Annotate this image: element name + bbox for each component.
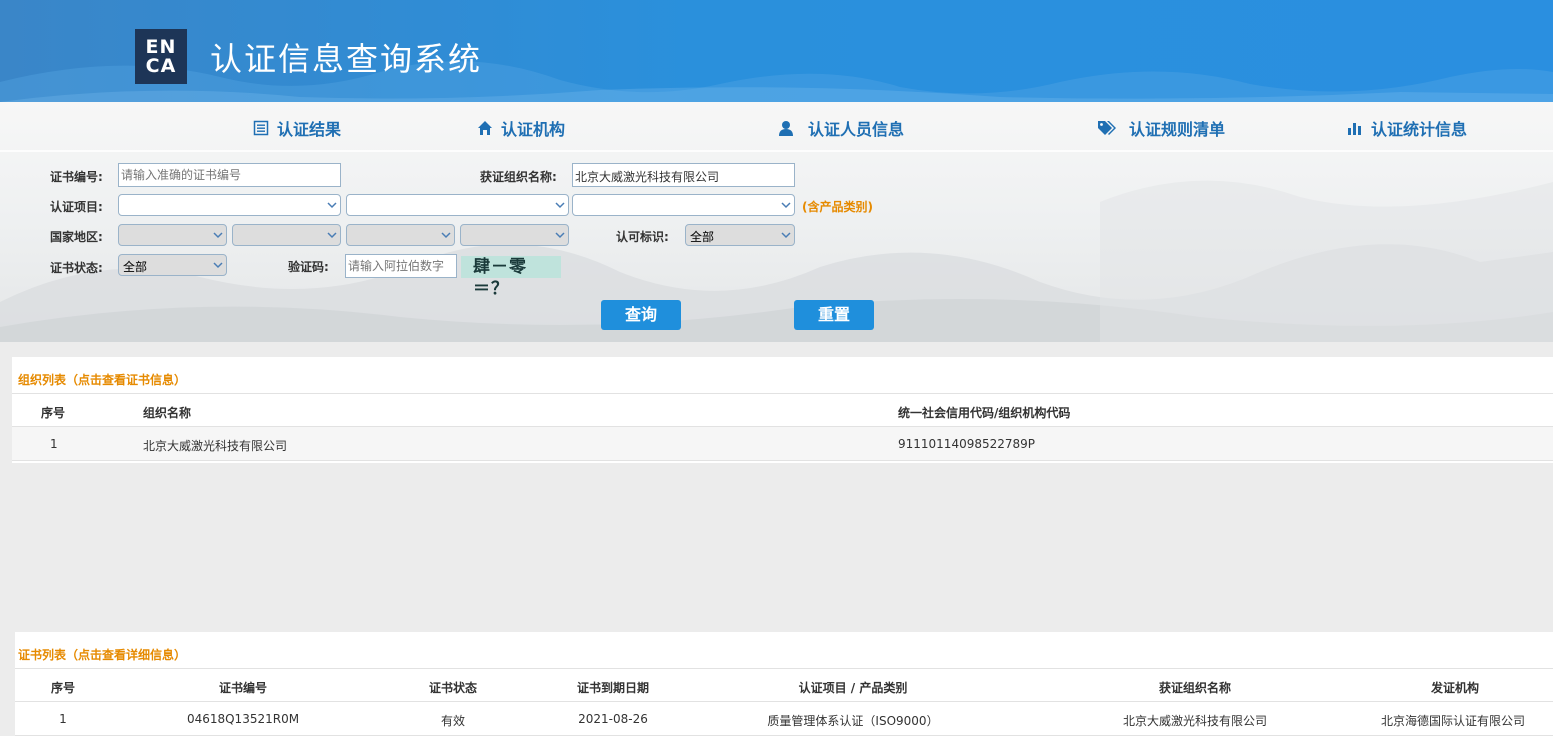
captcha-label: 验证码:	[288, 260, 329, 274]
col-header-cert-no: 证书编号	[218, 681, 267, 695]
nav-label: 认证人员信息	[808, 120, 905, 139]
col-header-org-name: 组织名称	[143, 406, 192, 420]
col-header-credit-code: 统一社会信用代码/组织机构代码	[898, 406, 1071, 420]
project-select-2[interactable]	[346, 194, 569, 216]
chevron-down-icon	[213, 232, 223, 239]
region-select-2[interactable]	[232, 224, 341, 246]
accredit-value: 全部	[690, 230, 715, 244]
bar-chart-icon	[1348, 123, 1361, 135]
nav-item-rules[interactable]: 认证规则清单	[1097, 116, 1225, 140]
status-value: 全部	[123, 260, 148, 274]
nav-item-personnel[interactable]: 认证人员信息	[778, 116, 904, 140]
col-header-cert-project: 认证项目 / 产品类别	[798, 681, 908, 695]
chevron-down-icon	[213, 262, 223, 269]
nav-label: 认证机构	[501, 120, 566, 139]
captcha-image[interactable]: 肆－零＝？	[461, 256, 561, 299]
cell-cert-status: 有效	[440, 714, 465, 728]
cert-no-input[interactable]	[118, 163, 341, 187]
org-table-header: 序号 组织名称 统一社会信用代码/组织机构代码	[12, 393, 1553, 427]
nav-item-institutions[interactable]: 认证机构	[477, 116, 565, 140]
chevron-down-icon	[327, 232, 337, 239]
cert-list-panel: 证书列表（点击查看详细信息） 序号 证书编号 证书状态 证书到期日期 认证项目 …	[15, 632, 1553, 736]
product-category-hint: (含产品类别)	[802, 200, 873, 214]
chevron-down-icon	[781, 202, 791, 209]
enca-logo: EN CA	[135, 29, 187, 84]
col-header-index: 序号	[50, 681, 75, 695]
nav-label: 认证结果	[277, 120, 342, 139]
region-label: 国家地区:	[50, 230, 103, 244]
status-select[interactable]: 全部	[118, 254, 227, 276]
main-nav: 认证结果 认证机构 认证人员信息 认证规则清单 认证统计信息	[0, 102, 1553, 150]
chevron-down-icon	[555, 232, 565, 239]
cell-org-name: 北京大威激光科技有限公司	[1122, 714, 1267, 728]
app-header: EN CA 认证信息查询系统	[0, 0, 1553, 102]
accredit-label: 认可标识:	[616, 230, 669, 244]
org-name-label: 获证组织名称:	[480, 170, 557, 184]
search-area: 认证结果 认证机构 认证人员信息 认证规则清单 认证统计信息 证书编号: 获证组…	[0, 102, 1553, 342]
cert-no-label: 证书编号:	[50, 170, 103, 184]
table-row[interactable]: 1 北京大威激光科技有限公司 91110114098522789P	[12, 427, 1553, 461]
nav-label: 认证统计信息	[1371, 120, 1468, 139]
cell-credit-code: 91110114098522789P	[898, 437, 1036, 451]
cell-cert-project: 质量管理体系认证（ISO9000）	[767, 714, 939, 728]
col-header-org-name: 获证组织名称	[1158, 681, 1231, 695]
col-header-cert-status: 证书状态	[428, 681, 477, 695]
region-select-1[interactable]	[118, 224, 227, 246]
app-title: 认证信息查询系统	[210, 40, 483, 78]
cell-index: 1	[50, 437, 58, 451]
region-select-3[interactable]	[346, 224, 455, 246]
reset-button[interactable]: 重置	[794, 300, 874, 330]
cell-cert-no[interactable]: 04618Q13521R0M	[163, 712, 323, 726]
cert-list-title: 证书列表（点击查看详细信息）	[18, 648, 187, 662]
cert-table-header: 序号 证书编号 证书状态 证书到期日期 认证项目 / 产品类别 获证组织名称 发…	[15, 668, 1553, 702]
nav-divider	[0, 150, 1553, 152]
col-header-issuer: 发证机构	[1430, 681, 1479, 695]
status-label: 证书状态:	[50, 261, 103, 275]
list-icon	[253, 120, 269, 136]
col-header-index: 序号	[41, 406, 66, 420]
table-row[interactable]: 1 04618Q13521R0M 有效 2021-08-26 质量管理体系认证（…	[15, 702, 1553, 736]
col-header-expiry-date: 证书到期日期	[576, 681, 649, 695]
project-label: 认证项目:	[50, 200, 103, 214]
project-select-1[interactable]	[118, 194, 341, 216]
chevron-down-icon	[327, 202, 337, 209]
user-icon	[779, 121, 793, 136]
nav-item-statistics[interactable]: 认证统计信息	[1347, 116, 1467, 140]
org-list-title: 组织列表（点击查看证书信息）	[18, 373, 187, 387]
org-list-panel: 组织列表（点击查看证书信息） 序号 组织名称 统一社会信用代码/组织机构代码 1…	[12, 357, 1553, 463]
region-select-4[interactable]	[460, 224, 569, 246]
chevron-down-icon	[441, 232, 451, 239]
cell-org-name[interactable]: 北京大威激光科技有限公司	[143, 437, 287, 454]
project-select-3[interactable]	[572, 194, 795, 216]
cell-expiry-date: 2021-08-26	[578, 712, 648, 726]
cell-issuer: 北京海德国际认证有限公司	[1380, 714, 1525, 728]
org-name-input[interactable]: 北京大威激光科技有限公司	[572, 163, 795, 187]
nav-item-results[interactable]: 认证结果	[253, 116, 341, 140]
chevron-down-icon	[555, 202, 565, 209]
nav-label: 认证规则清单	[1129, 120, 1226, 139]
query-button[interactable]: 查询	[601, 300, 681, 330]
tags-icon	[1098, 121, 1116, 135]
home-icon	[478, 121, 492, 135]
cell-index: 1	[59, 712, 67, 726]
chevron-down-icon	[781, 232, 791, 239]
accredit-select[interactable]: 全部	[685, 224, 795, 246]
captcha-input[interactable]	[345, 254, 457, 278]
